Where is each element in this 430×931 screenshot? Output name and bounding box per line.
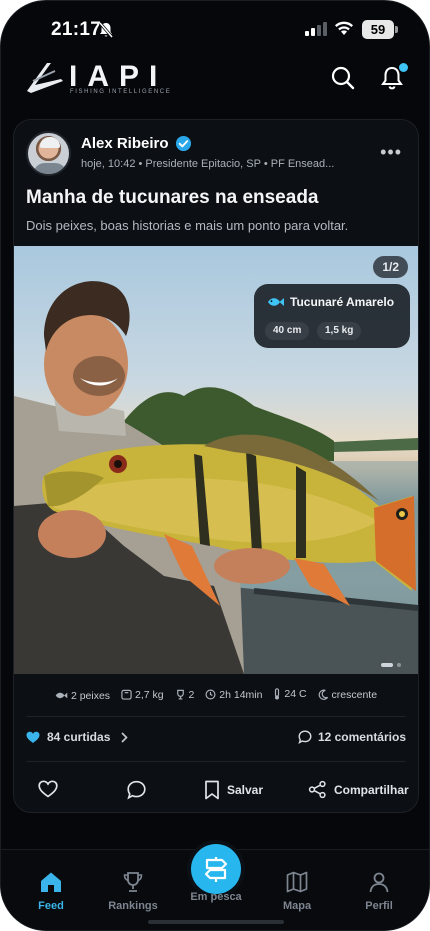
author-name[interactable]: Alex Ribeiro bbox=[81, 135, 169, 152]
verified-badge-icon bbox=[175, 135, 192, 152]
map-icon bbox=[286, 871, 308, 893]
notifications-button[interactable] bbox=[379, 63, 408, 91]
stat-trophies-value: 2 bbox=[188, 688, 195, 701]
stat-weight: 2,7 kg bbox=[121, 689, 164, 701]
comment-icon bbox=[127, 780, 146, 800]
comment-button[interactable] bbox=[126, 780, 154, 800]
phone-screen: 21:17 59 IAPI FISHING INTELLIGENCE Alex … bbox=[0, 0, 430, 931]
stat-temperature-value: 24 C bbox=[284, 688, 307, 700]
species-card[interactable]: Tucunaré Amarelo 40 cm 1,5 kg bbox=[254, 284, 410, 348]
post-title: Manha de tucunares na enseada bbox=[26, 187, 319, 208]
trophy-icon bbox=[176, 689, 184, 700]
tab-feed[interactable]: Feed bbox=[11, 870, 91, 912]
species-name: Tucunaré Amarelo bbox=[290, 295, 395, 309]
stat-weight-value: 2,7 kg bbox=[134, 688, 164, 701]
comments-count: 12 comentários bbox=[317, 730, 406, 744]
photo-counter: 1/2 bbox=[373, 256, 408, 278]
home-indicator bbox=[148, 920, 284, 924]
save-label: Salvar bbox=[227, 783, 264, 797]
post-description: Dois peixes, boas historias e mais um po… bbox=[26, 218, 349, 233]
battery-indicator: 59 bbox=[362, 20, 398, 39]
carousel-dot-active bbox=[381, 663, 393, 667]
avatar-cap bbox=[40, 137, 60, 148]
tab-feed-label: Feed bbox=[38, 900, 64, 912]
stat-moon: crescente bbox=[318, 688, 378, 701]
status-bar: 21:17 59 bbox=[1, 15, 429, 45]
tab-rankings[interactable]: Rankings bbox=[93, 870, 173, 912]
post-meta: hoje, 10:42 • Presidente Epitacio, SP • … bbox=[81, 158, 335, 170]
avatar[interactable] bbox=[26, 131, 71, 176]
scale-icon bbox=[121, 689, 132, 700]
like-button[interactable] bbox=[38, 780, 65, 798]
status-time: 21:17 bbox=[51, 19, 102, 40]
stat-duration: 2h 14min bbox=[205, 689, 262, 701]
wifi-icon bbox=[335, 21, 353, 35]
fish-weight-tag: 1,5 kg bbox=[317, 322, 362, 340]
logo-mark-icon bbox=[27, 63, 63, 93]
stat-moon-value: crescente bbox=[331, 688, 378, 701]
catch-stats: 2 peixes 2,7 kg 2 2h 14min 24 C crescent… bbox=[14, 688, 418, 703]
trophy-icon bbox=[123, 872, 143, 892]
bell-off-icon bbox=[98, 22, 114, 38]
more-options-button[interactable]: ••• bbox=[380, 142, 402, 163]
start-fishing-button[interactable] bbox=[191, 844, 241, 894]
user-icon bbox=[369, 872, 389, 893]
bookmark-icon bbox=[205, 780, 219, 800]
top-nav: IAPI FISHING INTELLIGENCE bbox=[1, 57, 429, 101]
tab-profile[interactable]: Perfil bbox=[339, 870, 419, 912]
fish-icon bbox=[268, 298, 284, 306]
search-icon[interactable] bbox=[330, 65, 356, 91]
clock-icon bbox=[205, 689, 216, 700]
share-icon bbox=[308, 780, 326, 799]
tab-map[interactable]: Mapa bbox=[257, 870, 337, 912]
heart-filled-icon bbox=[26, 731, 40, 743]
avatar-shirt bbox=[33, 163, 67, 174]
heart-icon bbox=[38, 780, 58, 798]
chevron-right-icon bbox=[121, 731, 129, 743]
comments-summary-button[interactable]: 12 comentários bbox=[298, 730, 406, 744]
stat-fish: 2 peixes bbox=[55, 690, 110, 702]
stat-fish-value: 2 peixes bbox=[70, 689, 111, 702]
signal-icon bbox=[305, 22, 327, 36]
likes-count: 84 curtidas bbox=[47, 730, 111, 744]
signpost-icon bbox=[204, 857, 228, 882]
tab-map-label: Mapa bbox=[282, 900, 312, 912]
comment-icon bbox=[298, 730, 312, 744]
post-actions: Salvar Compartilhar bbox=[14, 776, 418, 806]
catch-photo[interactable]: 1/2 Tucunaré Amarelo 40 cm 1,5 kg bbox=[14, 246, 418, 674]
divider bbox=[26, 716, 406, 717]
carousel-dots[interactable] bbox=[381, 654, 405, 672]
start-fishing-label: Em pesca bbox=[190, 891, 242, 903]
post-card: Alex Ribeiro hoje, 10:42 • Presidente Ep… bbox=[13, 119, 419, 813]
stat-temperature: 24 C bbox=[273, 688, 307, 700]
stat-trophies: 2 bbox=[175, 688, 195, 701]
thermometer-icon bbox=[275, 688, 280, 700]
fish-icon bbox=[55, 692, 68, 699]
likes-summary-button[interactable]: 84 curtidas bbox=[26, 730, 129, 744]
notification-dot bbox=[399, 63, 408, 72]
carousel-dot bbox=[397, 663, 401, 667]
brand-tagline: FISHING INTELLIGENCE bbox=[70, 89, 172, 95]
tab-profile-label: Perfil bbox=[365, 900, 393, 912]
share-label: Compartilhar bbox=[334, 782, 409, 797]
tab-rankings-label: Rankings bbox=[108, 900, 158, 912]
save-button[interactable]: Salvar bbox=[204, 780, 263, 800]
share-button[interactable]: Compartilhar bbox=[308, 780, 409, 799]
fish-length-tag: 40 cm bbox=[265, 322, 310, 340]
divider bbox=[26, 761, 406, 762]
stat-duration-value: 2h 14min bbox=[219, 688, 263, 701]
home-icon bbox=[41, 872, 61, 892]
moon-icon bbox=[318, 689, 328, 700]
app-logo[interactable]: IAPI FISHING INTELLIGENCE bbox=[25, 59, 175, 99]
